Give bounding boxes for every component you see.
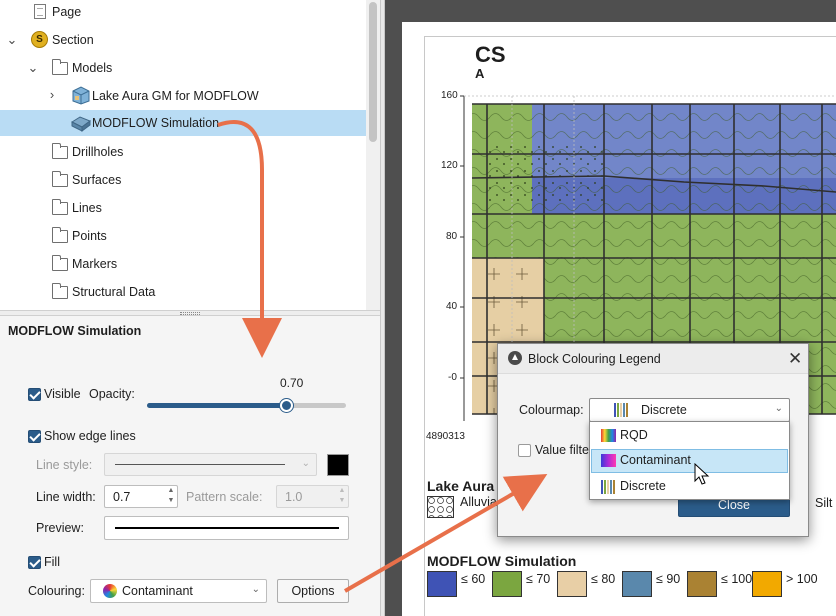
annotation-arrows [217,120,548,593]
annotation-arrow-to-properties [217,120,282,358]
annotation-arrow-to-dialog [343,473,548,593]
